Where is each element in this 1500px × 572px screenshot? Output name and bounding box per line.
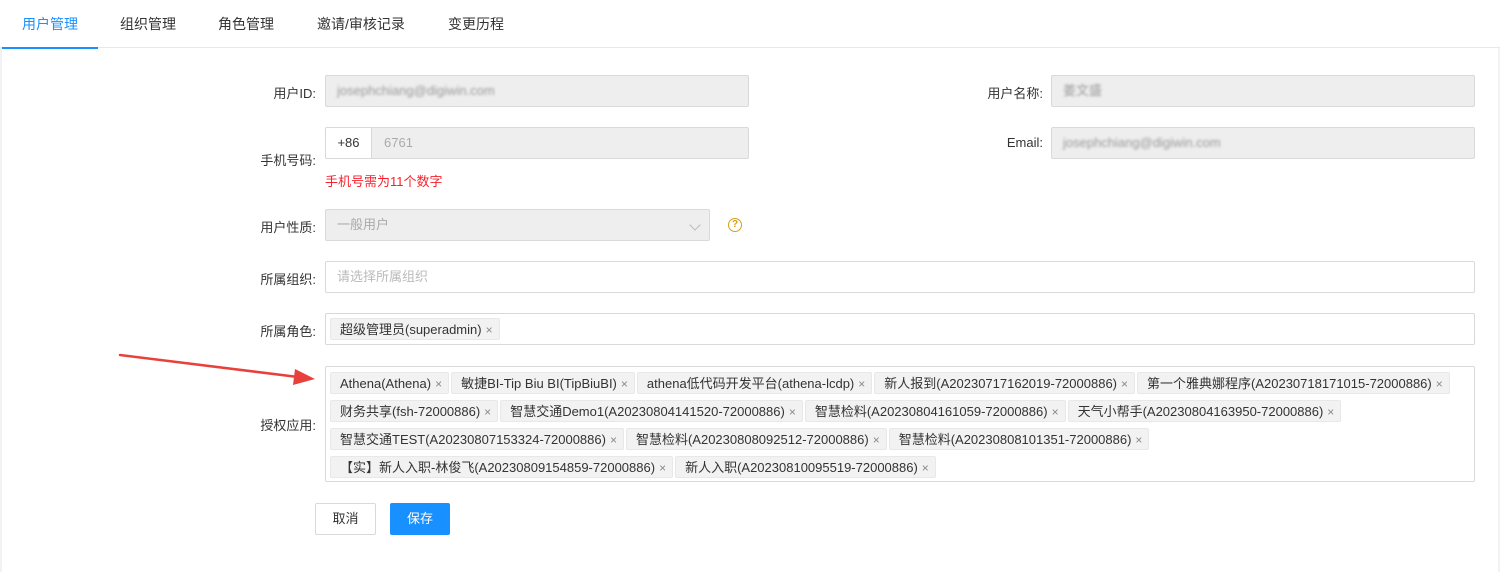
email-input[interactable]: josephchiang@digiwin.com [1051,127,1475,159]
app-tag: 智慧交通TEST(A20230807153324-72000886) × [330,428,624,450]
chevron-down-icon [689,219,701,231]
close-icon[interactable]: × [1052,401,1059,423]
close-icon[interactable]: × [484,401,491,423]
app-tag-label: 智慧交通TEST(A20230807153324-72000886) [340,432,606,447]
user-name-input[interactable]: 姜文盛 [1051,75,1475,107]
help-icon[interactable]: ? [728,218,742,232]
annotation-arrow [118,353,315,385]
phone-label: 手机号码: [260,153,316,168]
app-tag: 智慧检料(A20230808092512-72000886) × [625,428,887,451]
apps-label: 授权应用: [260,418,316,433]
apps-select[interactable]: Athena(Athena) × 敏捷BI-Tip Biu BI(TipBiuBI)… [325,366,1475,482]
user-id-label: 用户ID: [273,86,316,101]
app-tag-label: 智慧检料(A20230808092512-72000886) [635,432,869,447]
user-type-label: 用户性质: [260,220,316,235]
app-tag: Athena(Athena) × [330,372,450,395]
app-tag-label: 智慧交通Demo1(A20230804141520-72000886) [510,404,785,419]
app-tag-label: athena低代码开发平台(athena-lcdp) [646,376,855,391]
close-icon[interactable]: × [610,429,617,451]
user-name-label: 用户名称: [987,86,1043,101]
app-tag-label: 【实】新人入职-林俊飞(A20230809154859-72000886) [340,460,656,475]
close-icon[interactable]: × [435,373,442,395]
user-type-select[interactable]: 一般用户 [325,209,710,241]
app-tag-label: 新人报到(A20230717162019-72000886) [884,376,1117,391]
app-tag: 智慧交通Demo1(A20230804141520-72000886) × [500,400,803,422]
app-tag: 智慧检料(A20230808101351-72000886) × [888,428,1150,451]
app-tag: 【实】新人入职-林俊飞(A20230809154859-72000886) × [330,456,674,479]
cancel-button[interactable]: 取消 [315,503,376,535]
close-icon[interactable]: × [789,401,796,423]
user-type-value: 一般用户 [337,217,390,232]
tab-user-management[interactable]: 用户管理 [2,0,98,49]
app-tag-label: 天气小帮手(A20230804163950-72000886) [1077,404,1324,419]
app-tag: 敏捷BI-Tip Biu BI(TipBiuBI) × [451,372,635,394]
close-icon[interactable]: × [659,457,666,479]
tab-change-history[interactable]: 变更历程 [434,0,518,48]
close-icon[interactable]: × [1327,401,1334,423]
app-tag-label: 智慧检料(A20230808101351-72000886) [898,432,1132,447]
phone-error-message: 手机号需为11个数字 [325,174,443,189]
close-icon[interactable]: × [1436,373,1443,395]
close-icon[interactable]: × [858,373,865,395]
role-tag: 超级管理员(superadmin) × [330,318,500,340]
close-icon[interactable]: × [1135,429,1142,451]
close-icon[interactable]: × [1121,373,1128,395]
app-tag: athena低代码开发平台(athena-lcdp) × [636,372,873,395]
close-icon[interactable]: × [873,429,880,451]
app-tag: 智慧检料(A20230804161059-72000886) × [804,400,1066,423]
organization-select[interactable]: 请选择所属组织 [325,261,1475,293]
app-tag-label: Athena(Athena) [340,376,432,391]
close-icon[interactable]: × [922,457,929,479]
tab-organization-management[interactable]: 组织管理 [106,0,190,48]
app-tag: 财务共享(fsh-72000886) × [330,400,499,423]
save-button[interactable]: 保存 [390,503,450,535]
close-icon[interactable]: × [486,319,493,341]
roles-select[interactable]: 超级管理员(superadmin) × [325,313,1475,345]
app-tag-label: 智慧检料(A20230804161059-72000886) [814,404,1048,419]
top-tabs: 用户管理 组织管理 角色管理 邀请/审核记录 变更历程 [0,0,1500,49]
email-value: josephchiang@digiwin.com [1063,135,1221,150]
app-tag: 新人报到(A20230717162019-72000886) × [874,372,1136,395]
email-label: Email: [1006,135,1043,150]
role-tag-label: 超级管理员(superadmin) [340,322,482,337]
app-tag-label: 第一个雅典娜程序(A20230718171015-72000886) [1147,376,1432,391]
organization-label: 所属组织: [260,272,316,287]
app-tag-label: 敏捷BI-Tip Biu BI(TipBiuBI) [461,376,617,391]
tab-role-management[interactable]: 角色管理 [204,0,288,48]
app-tag-label: 新人入职(A20230810095519-72000886) [685,460,918,475]
app-tag: 新人入职(A20230810095519-72000886) × [675,456,936,478]
phone-input[interactable]: +86 6761 [325,127,749,159]
phone-value: 6761 [384,135,413,150]
user-name-value: 姜文盛 [1063,83,1103,98]
user-id-value: josephchiang@digiwin.com [337,83,495,98]
phone-country-code[interactable]: +86 [326,128,372,158]
app-tag-label: 财务共享(fsh-72000886) [340,404,481,419]
app-tag: 第一个雅典娜程序(A20230718171015-72000886) × [1137,372,1450,394]
left-edge [0,48,2,572]
organization-placeholder: 请选择所属组织 [337,269,429,284]
tab-invite-review-records[interactable]: 邀请/审核记录 [302,0,420,48]
roles-label: 所属角色: [260,324,316,339]
close-icon[interactable]: × [621,373,628,395]
app-tag: 天气小帮手(A20230804163950-72000886) × [1067,400,1342,423]
user-id-input[interactable]: josephchiang@digiwin.com [325,75,749,107]
